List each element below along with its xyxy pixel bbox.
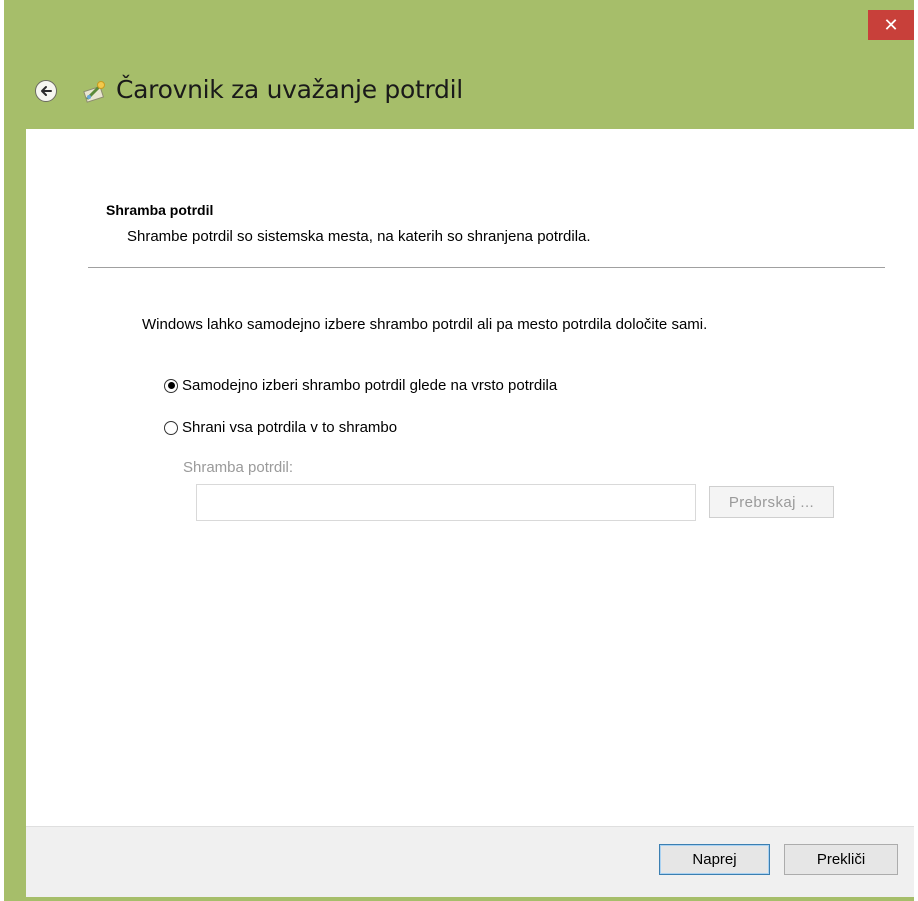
radio-button-unchecked[interactable] [164,420,178,435]
radio-auto-select-label: Samodejno izberi shrambo potrdil glede n… [182,377,558,394]
wizard-footer: Naprej Prekliči [26,826,914,897]
browse-button: Prebrskaj ... [709,486,834,518]
radio-button-checked[interactable] [164,378,178,393]
certificate-wizard-icon [83,81,105,103]
window-frame: ✕ Čarovnik za uvažanje potrdil Shramba p… [4,0,914,901]
close-icon: ✕ [883,14,899,36]
back-button[interactable] [35,80,57,102]
radio-auto-select[interactable]: Samodejno izberi shrambo potrdil glede n… [164,377,557,394]
cancel-button[interactable]: Prekliči [784,844,898,875]
section-description: Shrambe potrdil so sistemska mesta, na k… [127,228,591,245]
radio-place-in-store[interactable]: Shrani vsa potrdila v to shrambo [164,419,397,436]
back-arrow-icon [41,86,52,96]
radio-place-in-store-label: Shrani vsa potrdila v to shrambo [182,419,398,436]
divider [88,267,885,268]
next-button[interactable]: Naprej [659,844,770,875]
store-label: Shramba potrdil: [183,459,294,476]
store-input [196,484,696,521]
close-button[interactable]: ✕ [868,10,914,40]
wizard-content: Shramba potrdil Shrambe potrdil so siste… [26,129,914,826]
section-title: Shramba potrdil [106,202,214,218]
intro-text: Windows lahko samodejno izbere shrambo p… [142,316,708,333]
window-title: Čarovnik za uvažanje potrdil [116,75,463,104]
